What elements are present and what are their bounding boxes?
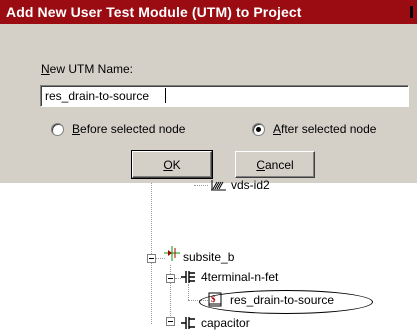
- text-caret: [165, 88, 166, 103]
- subsite-icon: [164, 246, 180, 261]
- fet-icon: [181, 317, 195, 329]
- tree-item-label[interactable]: vds-id2: [231, 178, 270, 192]
- expand-toggle[interactable]: [166, 317, 175, 326]
- before-selected-node-radio[interactable]: Before selected node: [51, 122, 185, 136]
- cancel-button[interactable]: Cancel: [235, 151, 315, 178]
- dialog-title: Add New User Test Module (UTM) to Projec…: [6, 4, 302, 20]
- dialog-titlebar[interactable]: Add New User Test Module (UTM) to Projec…: [0, 0, 417, 24]
- radio-after-label: After selected node: [273, 122, 377, 136]
- add-utm-dialog: Add New User Test Module (UTM) to Projec…: [0, 0, 417, 183]
- ok-button[interactable]: OK: [131, 150, 213, 179]
- tree-item-label[interactable]: subsite_b: [183, 250, 234, 264]
- project-tree: vds-id2 subsite_b 4terminal-n-fet $ res_…: [0, 178, 417, 330]
- tree-guide-line: [188, 284, 189, 300]
- utm-name-input[interactable]: [40, 85, 409, 107]
- radio-after-dot[interactable]: [252, 122, 265, 136]
- tree-item-label[interactable]: capacitor: [201, 316, 250, 330]
- tree-item-label[interactable]: 4terminal-n-fet: [201, 270, 278, 284]
- curve-chart-icon: [211, 180, 226, 191]
- highlight-ellipse: [199, 290, 373, 314]
- tree-connector: [194, 185, 208, 186]
- collapse-toggle[interactable]: [147, 254, 156, 263]
- radio-before-dot[interactable]: [51, 122, 64, 136]
- utm-name-label: New UTM Name:: [41, 62, 134, 76]
- after-selected-node-radio[interactable]: After selected node: [252, 122, 376, 136]
- fet-icon: [181, 271, 195, 283]
- radio-before-label: Before selected node: [72, 122, 186, 136]
- titlebar-edge-marker: [410, 6, 413, 18]
- collapse-toggle[interactable]: [166, 274, 175, 283]
